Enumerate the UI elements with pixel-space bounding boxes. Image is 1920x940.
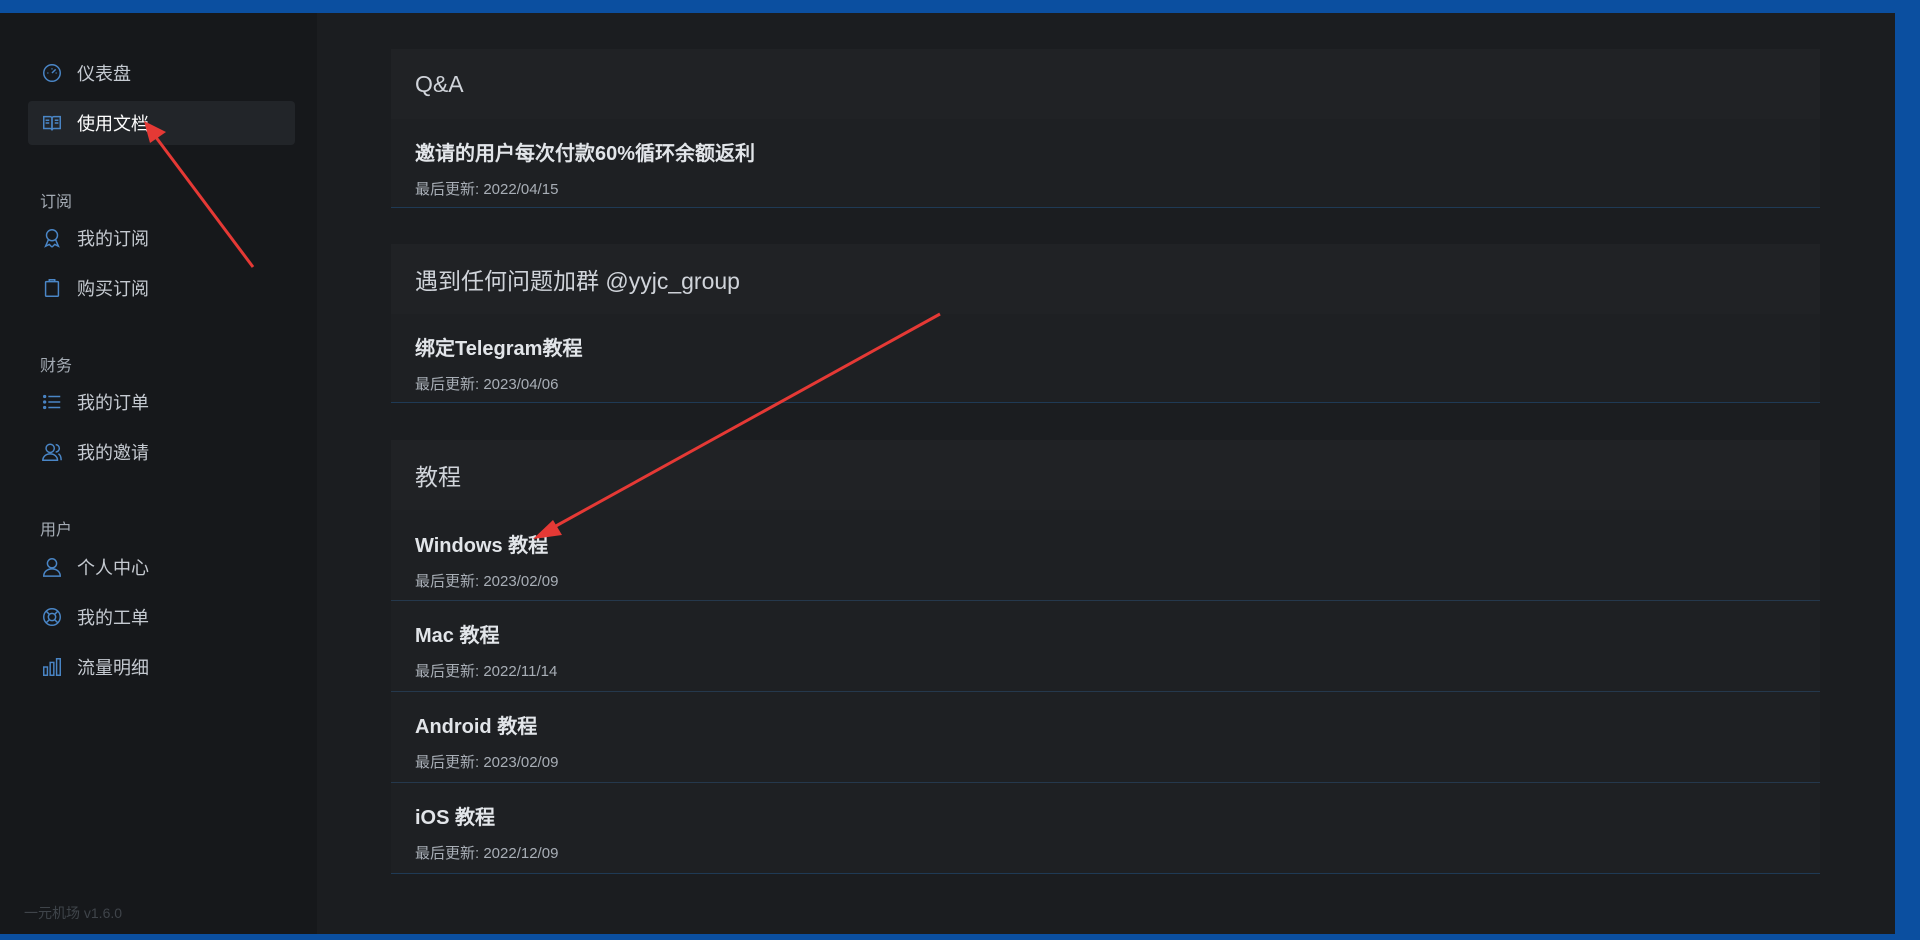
doc-updated-date: 最后更新: 2022/12/09 [415, 845, 559, 862]
doc-title: Windows 教程 [415, 535, 549, 557]
sidebar: 仪表盘 使用文档 订阅 我的订阅 购买订阅 财务 我的订单 我的邀请 用户 个人… [0, 13, 317, 934]
clipboard-icon [40, 276, 64, 300]
doc-updated-date: 最后更新: 2023/02/09 [415, 573, 559, 590]
doc-list-item[interactable]: Mac 教程 最后更新: 2022/11/14 [391, 600, 1820, 691]
doc-list-item[interactable]: iOS 教程 最后更新: 2022/12/09 [391, 782, 1820, 873]
doc-title: Android 教程 [415, 716, 538, 738]
sidebar-item-my-orders[interactable]: 我的订单 [28, 380, 295, 424]
user-icon [40, 555, 64, 579]
list-icon [40, 390, 64, 414]
badge-icon [40, 226, 64, 250]
doc-updated-date: 最后更新: 2023/04/06 [415, 376, 559, 393]
sidebar-item-my-tickets[interactable]: 我的工单 [28, 595, 295, 639]
window-frame-edge [1895, 13, 1920, 940]
card-title: 遇到任何问题加群 @yyjc_group [391, 244, 1820, 314]
doc-title: 绑定Telegram教程 [415, 338, 583, 360]
book-icon [40, 111, 64, 135]
section-heading-subscribe: 订阅 [40, 194, 73, 211]
sidebar-item-label: 我的邀请 [77, 443, 149, 463]
doc-updated-date: 最后更新: 2022/04/15 [415, 181, 559, 198]
bar-chart-icon [40, 655, 64, 679]
doc-list-item[interactable]: Windows 教程 最后更新: 2023/02/09 [391, 510, 1820, 600]
sidebar-item-docs[interactable]: 使用文档 [28, 101, 295, 145]
docs-category-card: Q&A 邀请的用户每次付款60%循环余额返利 最后更新: 2022/04/15 [391, 49, 1820, 208]
sidebar-item-profile[interactable]: 个人中心 [28, 545, 295, 589]
sidebar-item-label: 我的工单 [77, 608, 149, 628]
card-title: 教程 [391, 440, 1820, 510]
sidebar-item-label: 个人中心 [77, 558, 149, 578]
sidebar-item-label: 我的订阅 [77, 229, 149, 249]
sidebar-item-dashboard[interactable]: 仪表盘 [28, 51, 295, 95]
doc-list-item[interactable]: Android 教程 最后更新: 2023/02/09 [391, 691, 1820, 782]
doc-list-item[interactable]: 绑定Telegram教程 最后更新: 2023/04/06 [391, 314, 1820, 402]
doc-updated-date: 最后更新: 2023/02/09 [415, 754, 559, 771]
sidebar-item-label: 购买订阅 [77, 279, 149, 299]
users-icon [40, 440, 64, 464]
version-label: 一元机场 v1.6.0 [24, 905, 123, 921]
sidebar-item-my-subscription[interactable]: 我的订阅 [28, 216, 295, 260]
doc-updated-date: 最后更新: 2022/11/14 [415, 663, 558, 680]
doc-title: iOS 教程 [415, 807, 496, 829]
section-heading-finance: 财务 [40, 358, 73, 375]
docs-category-card: 遇到任何问题加群 @yyjc_group 绑定Telegram教程 最后更新: … [391, 244, 1820, 403]
card-title: Q&A [391, 49, 1820, 119]
sidebar-item-my-invites[interactable]: 我的邀请 [28, 430, 295, 474]
lifebuoy-icon [40, 605, 64, 629]
doc-list-item[interactable]: 邀请的用户每次付款60%循环余额返利 最后更新: 2022/04/15 [391, 119, 1820, 207]
speedometer-icon [40, 61, 64, 85]
sidebar-item-label: 使用文档 [77, 114, 149, 134]
main-content: Q&A 邀请的用户每次付款60%循环余额返利 最后更新: 2022/04/15 … [317, 13, 1895, 934]
docs-category-card: 教程 Windows 教程 最后更新: 2023/02/09 Mac 教程 最后… [391, 440, 1820, 874]
doc-title: Mac 教程 [415, 625, 500, 647]
sidebar-item-label: 流量明细 [77, 658, 149, 678]
sidebar-item-label: 仪表盘 [77, 64, 131, 84]
app-window: 仪表盘 使用文档 订阅 我的订阅 购买订阅 财务 我的订单 我的邀请 用户 个人… [0, 13, 1895, 934]
sidebar-item-traffic[interactable]: 流量明细 [28, 645, 295, 689]
doc-title: 邀请的用户每次付款60%循环余额返利 [415, 143, 756, 165]
sidebar-item-buy-subscription[interactable]: 购买订阅 [28, 266, 295, 310]
sidebar-item-label: 我的订单 [77, 393, 149, 413]
section-heading-user: 用户 [40, 522, 73, 539]
